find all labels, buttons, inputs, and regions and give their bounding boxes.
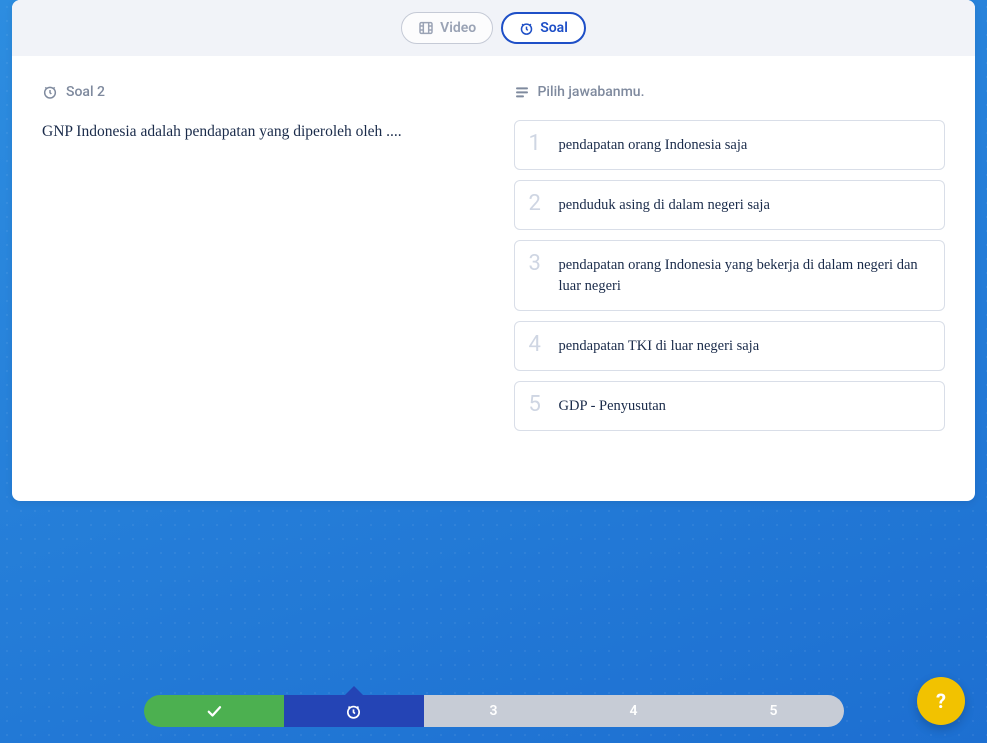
progress-segment-4[interactable]: 4 [564,695,704,727]
answer-number: 3 [529,253,545,275]
answer-text: pendapatan orang Indonesia saja [559,133,748,157]
progress-label: 3 [490,703,498,719]
answer-number: 4 [529,334,545,356]
help-icon: ? [936,689,946,713]
answer-option-2[interactable]: 2 penduduk asing di dalam negeri saja [514,180,946,230]
progress-segment-2[interactable] [284,695,424,727]
answer-number: 2 [529,193,545,215]
quiz-card: Video Soal [12,0,975,501]
check-icon [205,702,223,720]
answer-text: GDP - Penyusutan [559,394,666,418]
tab-video-label: Video [440,20,476,36]
timer-icon [519,21,534,36]
progress-label: 4 [630,703,638,719]
tab-soal[interactable]: Soal [501,12,586,44]
progress-bar: 3 4 5 [144,695,844,727]
answer-number: 5 [529,394,545,416]
tab-soal-label: Soal [540,20,568,36]
tab-video[interactable]: Video [401,12,493,44]
progress-segment-3[interactable]: 3 [424,695,564,727]
progress-segment-1[interactable] [144,695,284,727]
answers-label-row: Pilih jawabanmu. [514,84,946,100]
question-number-label: Soal 2 [66,84,105,100]
progress-segment-5[interactable]: 5 [704,695,844,727]
question-label-row: Soal 2 [42,84,474,100]
tab-bar: Video Soal [12,0,975,56]
help-button[interactable]: ? [917,677,965,725]
answer-option-4[interactable]: 4 pendapatan TKI di luar negeri saja [514,321,946,371]
timer-icon [345,703,362,720]
answer-option-3[interactable]: 3 pendapatan orang Indonesia yang bekerj… [514,240,946,312]
answer-option-1[interactable]: 1 pendapatan orang Indonesia saja [514,120,946,170]
answer-text: pendapatan TKI di luar negeri saja [559,334,760,358]
answers-instruction: Pilih jawabanmu. [538,84,645,100]
film-icon [418,20,434,36]
card-body: Soal 2 GNP Indonesia adalah pendapatan y… [12,56,975,501]
list-icon [514,84,530,100]
answer-text: pendapatan orang Indonesia yang bekerja … [559,253,931,299]
question-column: Soal 2 GNP Indonesia adalah pendapatan y… [42,84,474,441]
answer-text: penduduk asing di dalam negeri saja [559,193,770,217]
timer-icon [42,84,58,100]
progress-label: 5 [770,703,778,719]
answers-column: Pilih jawabanmu. 1 pendapatan orang Indo… [514,84,946,441]
question-text: GNP Indonesia adalah pendapatan yang dip… [42,120,474,145]
answer-option-5[interactable]: 5 GDP - Penyusutan [514,381,946,431]
answer-number: 1 [529,133,545,155]
